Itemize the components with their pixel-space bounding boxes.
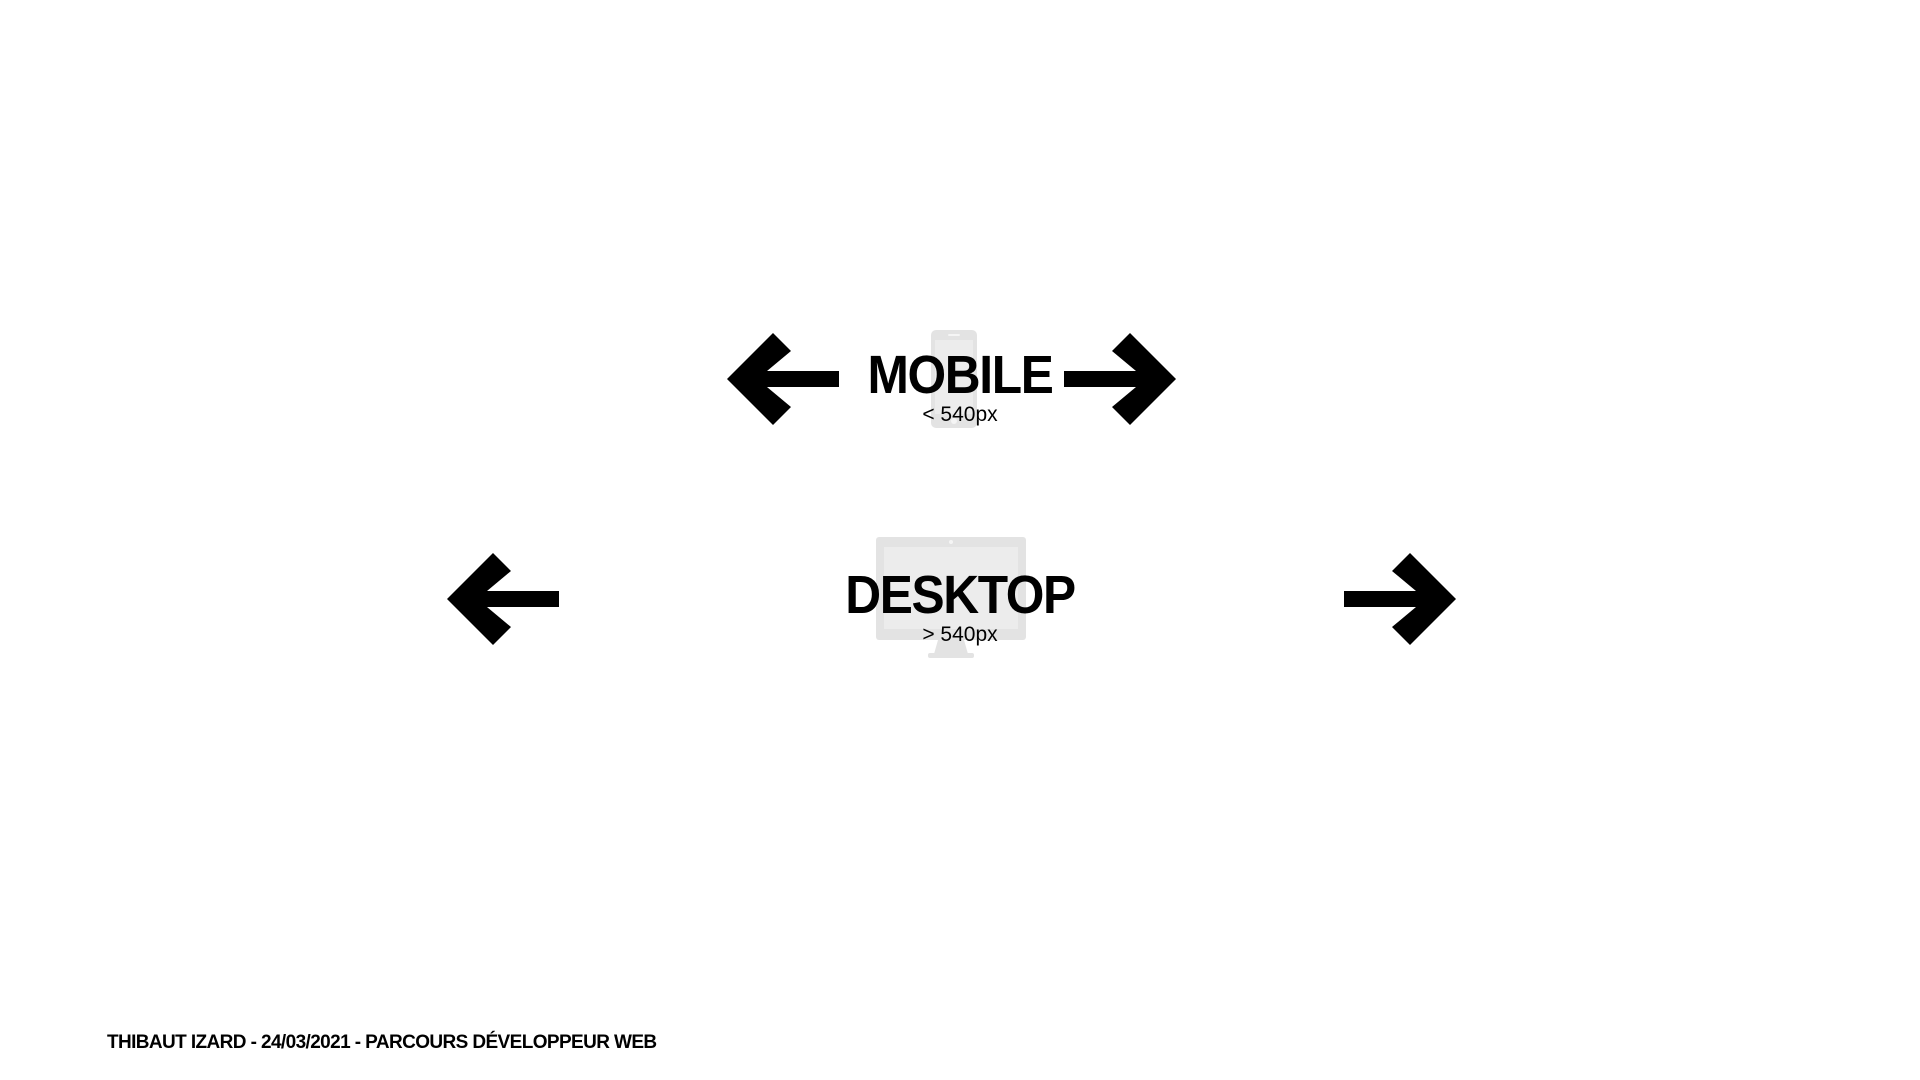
arrow-left-icon [447,553,559,645]
desktop-breakpoint: DESKTOP > 540px [760,568,1160,647]
desktop-width-label: > 540px [922,623,998,646]
arrow-right-icon [1344,553,1456,645]
desktop-title: DESKTOP [845,565,1076,625]
arrow-right-icon [1064,333,1176,425]
footer-credits: THIBAUT IZARD - 24/03/2021 - PARCOURS DÉ… [107,1032,657,1053]
slide: MOBILE < 540px DESKTOP > 540px THIBAUT I… [0,0,1920,1080]
